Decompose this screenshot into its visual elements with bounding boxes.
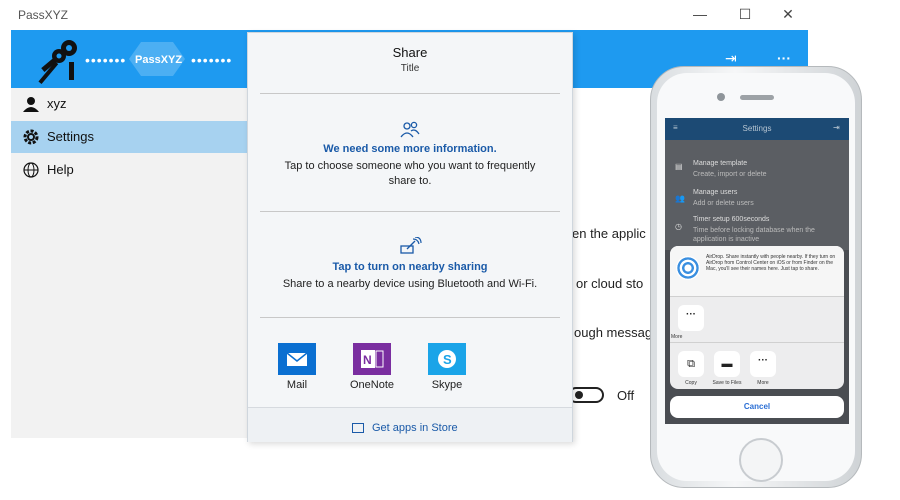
airdrop-row: AirDrop. Share instantly with people nea… (670, 246, 844, 297)
row-subtitle: application is inactive (693, 236, 760, 243)
toggle-state-label: Off (617, 388, 635, 403)
sidebar-item-label: Help (47, 162, 74, 177)
row-subtitle: Add or delete users (693, 200, 754, 207)
sidebar: xyz Settings Help (11, 88, 247, 438)
share-panel: Share Title We need some more informatio… (247, 32, 573, 442)
app-label: OneNote (349, 379, 395, 391)
skype-icon: S (428, 343, 466, 375)
phone-settings-list: ▤ Manage template Create, import or dele… (665, 140, 849, 250)
phone-nav-bar: ≡ Settings ⇥ (665, 118, 849, 140)
masked-text: ••••••• (85, 52, 127, 68)
store-icon (352, 422, 364, 433)
more-options-button[interactable]: ··· (777, 50, 791, 66)
masked-text: ••••••• (191, 52, 233, 68)
divider (260, 211, 560, 212)
divider (260, 317, 560, 318)
pill-label: PassXYZ (135, 54, 183, 66)
row-subtitle: Create, import or delete (693, 171, 767, 178)
setting-text-fragment: en the applic (572, 226, 646, 241)
maximize-button[interactable]: ☐ (735, 6, 755, 23)
nearby-share-desc: Share to a nearby device using Bluetooth… (282, 278, 538, 290)
svg-text:N: N (363, 353, 372, 367)
sidebar-item-label: xyz (47, 96, 67, 111)
setting-text-fragment: ough messag (574, 325, 653, 340)
template-icon: ▤ (675, 162, 683, 171)
row-title[interactable]: Manage template (693, 160, 747, 167)
nearby-share-icon (248, 236, 572, 260)
close-button[interactable]: ✕ (778, 6, 798, 23)
users-icon: 👥 (675, 194, 685, 203)
mail-icon (278, 343, 316, 375)
minimize-button[interactable]: — (690, 6, 710, 22)
share-title: Share (392, 45, 428, 60)
window-title-bar: PassXYZ — ☐ ✕ (0, 0, 810, 30)
app-label: Skype (431, 379, 463, 391)
airdrop-icon (676, 256, 700, 280)
people-icon (248, 121, 572, 144)
globe-icon (23, 162, 39, 178)
phone-nav-title: Settings (742, 124, 772, 133)
sidebar-item-user[interactable]: xyz (11, 88, 247, 120)
more-info-desc: Tap to choose someone who you want to fr… (284, 160, 536, 172)
setting-text-fragment: or cloud sto (576, 276, 644, 291)
action-label: Copy (685, 380, 697, 386)
ios-share-sheet: AirDrop. Share instantly with people nea… (670, 246, 844, 389)
more-info-desc: share to. (388, 175, 432, 187)
app-label: Mail (286, 379, 308, 391)
divider (260, 93, 560, 94)
app-title: PassXYZ (18, 8, 69, 22)
home-button[interactable] (739, 438, 783, 482)
svg-text:S: S (443, 352, 452, 367)
row-title[interactable]: Manage users (693, 189, 737, 196)
sidebar-item-label: Settings (47, 129, 94, 144)
lock-exit-icon[interactable]: ⇥ (833, 123, 840, 132)
keys-icon (38, 40, 77, 84)
row-title[interactable]: Timer setup 600seconds (693, 216, 769, 223)
store-link[interactable]: Get apps in Store (352, 419, 458, 437)
nearby-share-heading[interactable]: Tap to turn on nearby sharing (248, 261, 572, 273)
speaker-grill (740, 95, 774, 100)
more-apps-icon[interactable]: ··· (678, 305, 704, 331)
more-apps-label: More (671, 334, 683, 340)
more-icon[interactable]: ··· (750, 351, 776, 377)
share-subtitle: Title (400, 63, 420, 74)
toggle-switch[interactable] (568, 387, 604, 403)
share-actions-row: ⧉ Copy ▬ Save to Files ··· More (670, 343, 844, 389)
store-link-label: Get apps in Store (372, 421, 458, 434)
onenote-icon: N (353, 343, 391, 375)
share-apps-row: ··· More (670, 297, 844, 343)
sidebar-item-settings[interactable]: Settings (11, 121, 247, 153)
toggle-knob (575, 391, 583, 399)
action-label: Save to Files (712, 380, 742, 386)
row-subtitle: Time before locking database when the (693, 227, 815, 234)
copy-icon[interactable]: ⧉ (678, 351, 704, 377)
gear-icon (23, 129, 39, 145)
airdrop-description: AirDrop. Share instantly with people nea… (706, 254, 836, 272)
timer-icon: ◷ (675, 222, 682, 231)
user-icon (23, 97, 39, 112)
camera-icon (717, 93, 725, 101)
lock-exit-icon[interactable]: ⇥ (725, 50, 737, 67)
more-info-heading[interactable]: We need some more information. (248, 143, 572, 155)
folder-icon[interactable]: ▬ (714, 351, 740, 377)
action-label: More (757, 380, 769, 386)
cancel-button[interactable]: Cancel (670, 396, 844, 418)
phone-screen: ≡ Settings ⇥ ▤ Manage template Create, i… (665, 118, 849, 424)
sidebar-item-help[interactable]: Help (11, 154, 247, 186)
